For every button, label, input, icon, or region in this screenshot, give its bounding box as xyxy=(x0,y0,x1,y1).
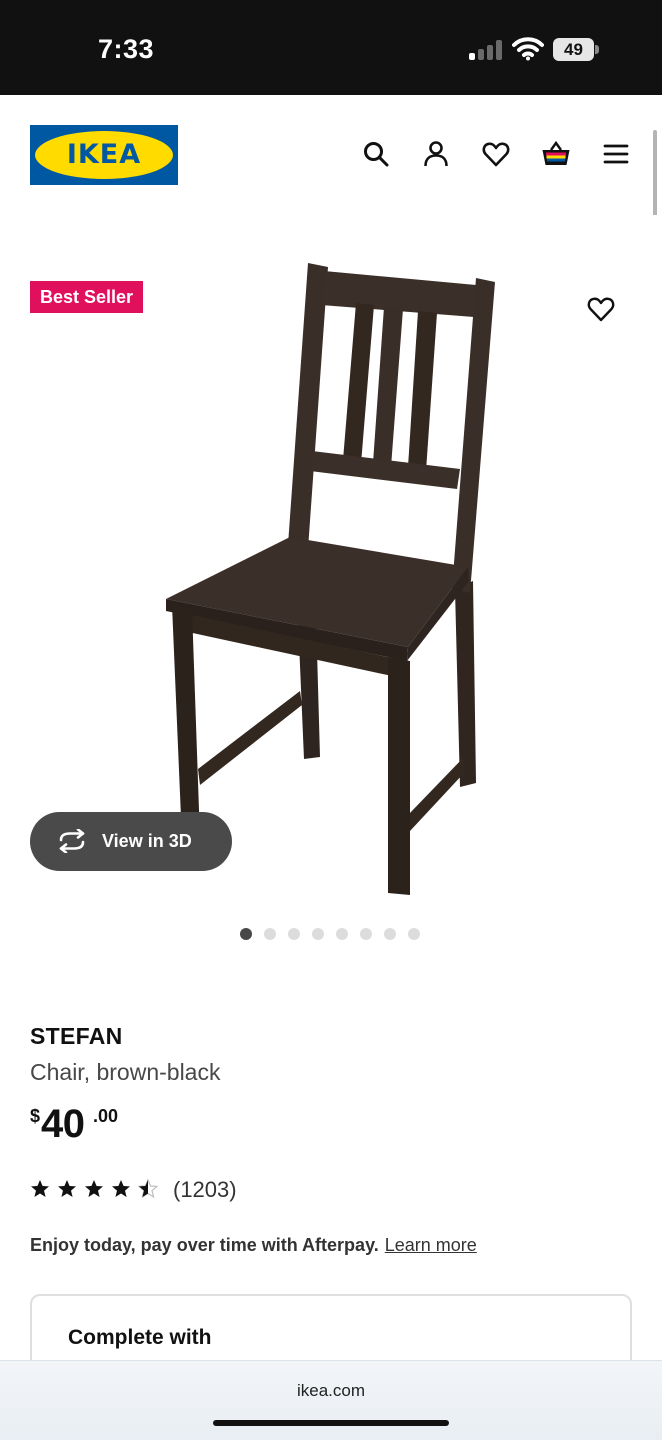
complete-with-title: Complete with xyxy=(68,1326,212,1349)
signal-icon xyxy=(469,40,503,60)
rating-count[interactable]: (1203) xyxy=(173,1177,237,1203)
afterpay-message: Enjoy today, pay over time with Afterpay… xyxy=(30,1235,477,1256)
menu-icon[interactable] xyxy=(601,139,631,169)
browser-address-bar[interactable]: ikea.com xyxy=(0,1360,662,1440)
afterpay-learn-more-link[interactable]: Learn more xyxy=(385,1235,477,1255)
product-description: Chair, brown-black xyxy=(30,1059,221,1085)
status-bar: 7:33 49 xyxy=(0,0,662,95)
star-icon xyxy=(58,1180,76,1197)
url-text[interactable]: ikea.com xyxy=(0,1381,662,1401)
gallery-dot[interactable] xyxy=(408,928,420,940)
ikea-logo[interactable]: IKEA xyxy=(30,125,178,185)
gallery-dot[interactable] xyxy=(288,928,300,940)
gallery-dot[interactable] xyxy=(360,928,372,940)
battery-icon: 49 xyxy=(553,38,599,61)
gallery-dot[interactable] xyxy=(312,928,324,940)
favorite-heart-icon[interactable] xyxy=(586,295,616,323)
star-icon xyxy=(112,1180,130,1197)
search-icon[interactable] xyxy=(361,139,391,169)
price-currency: $ xyxy=(30,1106,41,1126)
gallery-dot[interactable] xyxy=(240,928,252,940)
cart-icon[interactable] xyxy=(541,139,571,169)
logo-text: IKEA xyxy=(66,139,142,170)
gallery-dot[interactable] xyxy=(264,928,276,940)
product-image-chair[interactable] xyxy=(160,259,500,899)
account-icon[interactable] xyxy=(421,139,451,169)
view-in-3d-label: View in 3D xyxy=(102,831,192,851)
gallery-dot[interactable] xyxy=(336,928,348,940)
half-star-icon xyxy=(138,1179,158,1199)
site-header: IKEA xyxy=(0,95,662,215)
star-icon xyxy=(31,1180,49,1197)
battery-level: 49 xyxy=(553,38,594,61)
product-gallery[interactable]: Best Seller View in 3D xyxy=(0,215,662,950)
price-decimal: .00 xyxy=(93,1106,119,1126)
star-icon xyxy=(85,1180,103,1197)
best-seller-badge: Best Seller xyxy=(30,281,144,313)
gallery-dot[interactable] xyxy=(384,928,396,940)
rotate-3d-icon xyxy=(59,829,85,853)
status-time: 7:33 xyxy=(98,34,155,64)
wifi-icon xyxy=(512,37,544,61)
view-in-3d-button[interactable]: View in 3D xyxy=(30,812,232,871)
product-name: STEFAN xyxy=(30,1023,123,1049)
heart-icon[interactable] xyxy=(481,139,511,169)
afterpay-text: Enjoy today, pay over time with Afterpay… xyxy=(30,1235,379,1255)
price-integer: 40 xyxy=(41,1102,85,1146)
home-indicator[interactable] xyxy=(213,1420,449,1426)
